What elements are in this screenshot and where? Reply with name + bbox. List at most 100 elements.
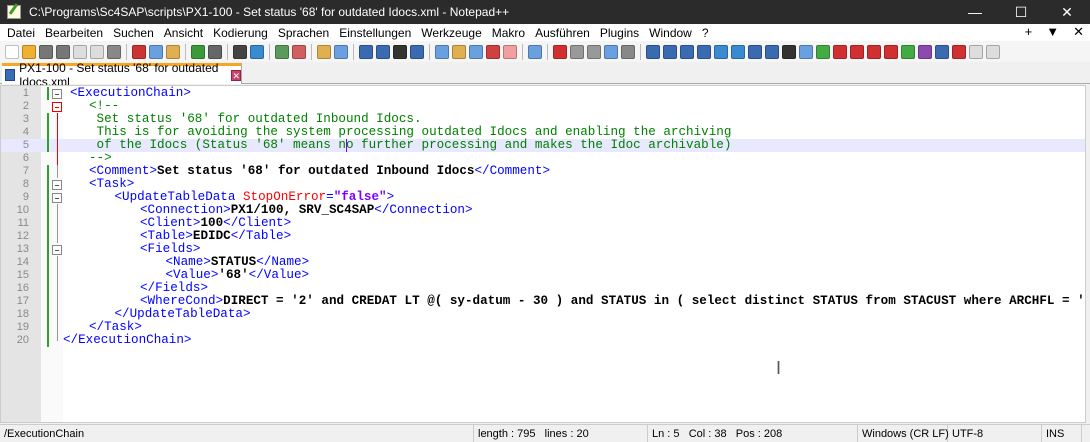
t6-icon[interactable]: [731, 44, 745, 59]
tab-close-button[interactable]: ✕: [231, 69, 241, 81]
new-tab-button[interactable]: +: [1025, 24, 1033, 40]
indent-guide-icon[interactable]: [410, 44, 424, 59]
redo-icon[interactable]: [208, 44, 222, 59]
menu-kodierung[interactable]: Kodierung: [208, 26, 273, 40]
save-all-icon[interactable]: [56, 44, 70, 59]
monitor-icon[interactable]: [503, 44, 517, 59]
change-marker: [47, 126, 49, 139]
sync-v-icon[interactable]: [317, 44, 331, 59]
t19-icon[interactable]: [952, 44, 966, 59]
document-tab[interactable]: PX1-100 - Set status '68' for outdated I…: [2, 61, 242, 89]
t12-icon[interactable]: [833, 44, 847, 59]
t13-icon[interactable]: [850, 44, 864, 59]
t1-icon[interactable]: [646, 44, 660, 59]
fold-toggle-icon[interactable]: [52, 89, 62, 99]
open-icon[interactable]: [22, 44, 36, 59]
cut-icon[interactable]: [132, 44, 146, 59]
menu-sprachen[interactable]: Sprachen: [273, 26, 334, 40]
menu-suchen[interactable]: Suchen: [108, 26, 159, 40]
print-icon[interactable]: [107, 44, 121, 59]
dropdown-icon[interactable]: [393, 44, 407, 59]
code-line[interactable]: 7 <Comment>Set status '68' for outdated I…: [1, 165, 1085, 178]
save-icon[interactable]: [39, 44, 53, 59]
fold-line: [57, 113, 58, 126]
folder-icon[interactable]: [486, 44, 500, 59]
undo-icon[interactable]: [191, 44, 205, 59]
func-list-icon[interactable]: [469, 44, 483, 59]
tab-list-button[interactable]: ▼: [1046, 24, 1059, 40]
copy-icon[interactable]: [149, 44, 163, 59]
code-text: of the Idocs (Status '68' means no furth…: [89, 139, 732, 152]
zoom-out-icon[interactable]: [292, 44, 306, 59]
menu-einstellungen[interactable]: Einstellungen: [334, 26, 416, 40]
t17-icon[interactable]: [918, 44, 932, 59]
menu-window[interactable]: Window: [644, 26, 697, 40]
t14-icon[interactable]: [867, 44, 881, 59]
save-macro-icon[interactable]: [621, 44, 635, 59]
fold-toggle-icon[interactable]: [52, 193, 62, 203]
saved-file-icon: [5, 69, 16, 81]
udl-icon[interactable]: [435, 44, 449, 59]
menu-ansicht[interactable]: Ansicht: [159, 26, 208, 40]
t10-icon[interactable]: [799, 44, 813, 59]
line-number: 3: [22, 113, 29, 125]
t2-icon[interactable]: [663, 44, 677, 59]
replace-icon[interactable]: [250, 44, 264, 59]
word-wrap-icon[interactable]: [359, 44, 373, 59]
show-all-icon[interactable]: [376, 44, 390, 59]
token-text: Set status '68' for outdated Inbound Ido…: [157, 164, 475, 178]
t15-icon[interactable]: [884, 44, 898, 59]
t11-icon[interactable]: [816, 44, 830, 59]
stop-icon[interactable]: [570, 44, 584, 59]
play-icon[interactable]: [587, 44, 601, 59]
eye-icon[interactable]: [528, 44, 542, 59]
code-line[interactable]: 13 <Fields>: [1, 243, 1085, 256]
t18-icon[interactable]: [935, 44, 949, 59]
t3-icon[interactable]: [680, 44, 694, 59]
menu-datei[interactable]: Datei: [2, 26, 40, 40]
code-line[interactable]: 18 </UpdateTableData>: [1, 308, 1085, 321]
paste-icon[interactable]: [166, 44, 180, 59]
fold-toggle-icon[interactable]: [52, 180, 62, 190]
t8-icon[interactable]: [765, 44, 779, 59]
minimize-button[interactable]: —: [952, 0, 998, 24]
t5-icon[interactable]: [714, 44, 728, 59]
close-button[interactable]: ✕: [1044, 0, 1090, 24]
toolbar-separator: [353, 43, 354, 60]
change-marker: [47, 191, 49, 204]
line-number: 11: [17, 217, 29, 229]
toolbar-separator: [547, 43, 548, 60]
t4-icon[interactable]: [697, 44, 711, 59]
menu-werkzeuge[interactable]: Werkzeuge: [416, 26, 486, 40]
t21-icon[interactable]: [986, 44, 1000, 59]
code-line[interactable]: 1 <ExecutionChain>: [1, 87, 1085, 100]
line-number: 9: [22, 191, 29, 203]
sync-h-icon[interactable]: [334, 44, 348, 59]
code-line[interactable]: 20 </ExecutionChain>: [1, 334, 1085, 347]
t16-icon[interactable]: [901, 44, 915, 59]
code-line[interactable]: 5 of the Idocs (Status '68' means no fur…: [1, 139, 1085, 152]
record-icon[interactable]: [553, 44, 567, 59]
code-line[interactable]: 14 <Name>STATUS</Name>: [1, 256, 1085, 269]
maximize-button[interactable]: ☐: [998, 0, 1044, 24]
fold-toggle-icon[interactable]: [52, 102, 62, 112]
menu-makro[interactable]: Makro: [487, 26, 530, 40]
t20-icon[interactable]: [969, 44, 983, 59]
play-multi-icon[interactable]: [604, 44, 618, 59]
find-icon[interactable]: [233, 44, 247, 59]
zoom-in-icon[interactable]: [275, 44, 289, 59]
t9-icon[interactable]: [782, 44, 796, 59]
close-all-icon[interactable]: [90, 44, 104, 59]
fold-toggle-icon[interactable]: [52, 245, 62, 255]
fold-line: [57, 204, 58, 217]
menu-help[interactable]: ?: [697, 26, 714, 40]
menu-bearbeiten[interactable]: Bearbeiten: [40, 26, 108, 40]
menu-plugins[interactable]: Plugins: [595, 26, 644, 40]
doc-map-icon[interactable]: [452, 44, 466, 59]
new-icon[interactable]: [5, 44, 19, 59]
close-document-button[interactable]: ✕: [1073, 24, 1084, 40]
menu-ausfuehren[interactable]: Ausführen: [530, 26, 595, 40]
t7-icon[interactable]: [748, 44, 762, 59]
editor[interactable]: 1 <ExecutionChain> 2 <!-- 3 Set status '68' …: [0, 85, 1086, 423]
close-icon[interactable]: [73, 44, 87, 59]
